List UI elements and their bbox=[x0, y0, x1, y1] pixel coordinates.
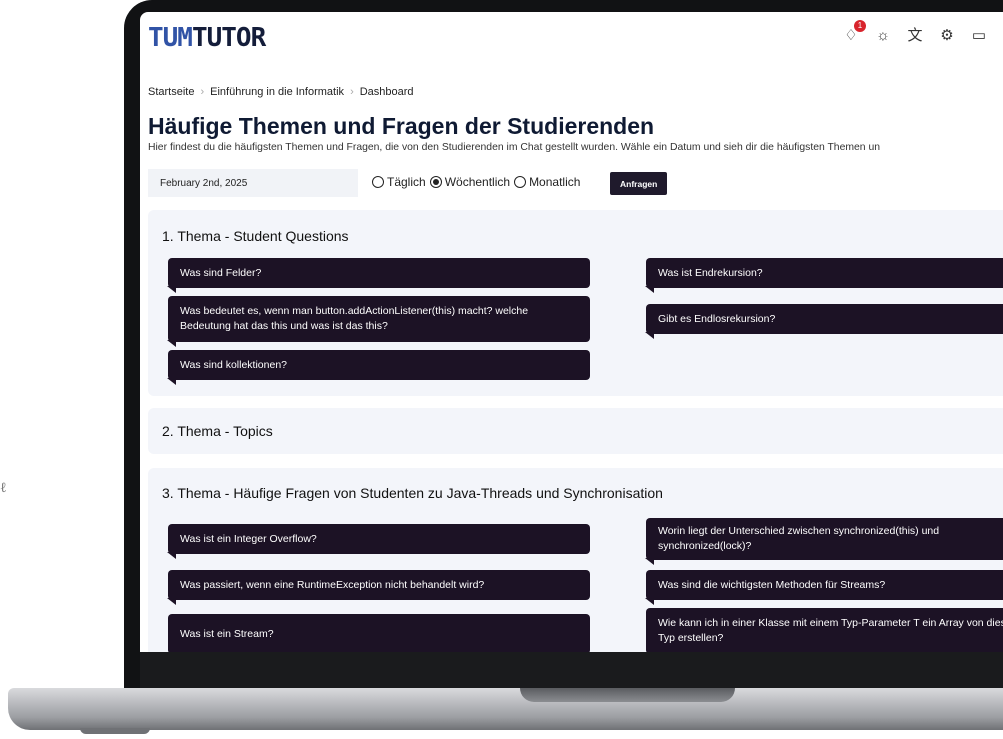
question-bubble[interactable]: Was ist ein Integer Overflow? bbox=[168, 524, 590, 554]
topic-panel-1: 1. Thema - Student Questions Was sind Fe… bbox=[148, 210, 1003, 396]
radio-monatlich[interactable]: Monatlich bbox=[514, 175, 580, 189]
header-icons: ♢ 1 ☼ 文 ⚙ ▭ bbox=[842, 20, 988, 45]
question-bubble[interactable]: Was sind die wichtigsten Methoden für St… bbox=[646, 570, 1003, 600]
breadcrumb-separator: › bbox=[350, 86, 354, 98]
question-bubble[interactable]: Was sind Felder? bbox=[168, 258, 590, 288]
breadcrumb-separator: › bbox=[200, 86, 205, 98]
app-header: TUMTUTOR ♢ 1 ☼ 文 ⚙ ▭ bbox=[140, 12, 1003, 64]
notification-badge: 1 bbox=[854, 20, 866, 32]
breadcrumb-course[interactable]: Einführung in die Informatik bbox=[210, 86, 344, 98]
topic-title: 2. Thema - Topics bbox=[162, 423, 273, 439]
anfragen-button[interactable]: Anfragen bbox=[610, 172, 668, 195]
radio-circle-selected[interactable] bbox=[429, 176, 442, 188]
page-description: Hier findest du die häufigsten Themen un… bbox=[148, 142, 881, 153]
app-logo[interactable]: TUMTUTOR bbox=[148, 23, 266, 53]
laptop-base bbox=[8, 688, 1003, 730]
bell-icon[interactable]: ♢ 1 bbox=[842, 20, 866, 45]
radio-taeglich[interactable]: Täglich bbox=[372, 175, 426, 189]
question-bubble[interactable]: Was passiert, wenn eine RuntimeException… bbox=[168, 570, 590, 600]
date-input[interactable] bbox=[148, 169, 358, 197]
radio-circle[interactable] bbox=[372, 176, 384, 188]
question-bubble[interactable]: Was ist ein Stream? bbox=[168, 614, 590, 652]
topic-panel-3: 3. Thema - Häufige Fragen von Studenten … bbox=[148, 468, 1003, 652]
laptop-foot bbox=[80, 728, 150, 734]
topic-panel-2: 2. Thema - Topics bbox=[148, 408, 1003, 454]
interval-radio-group: Täglich Wöchentlich Monatlich bbox=[372, 175, 580, 189]
question-bubble[interactable]: Was bedeutet es, wenn man button.addActi… bbox=[168, 296, 590, 342]
laptop-screen: TUMTUTOR ♢ 1 ☼ 文 ⚙ ▭ Startseite › Einführ… bbox=[140, 12, 1003, 652]
sun-icon[interactable]: ☼ bbox=[874, 27, 892, 45]
decorative-mark: ℓ bbox=[0, 480, 7, 496]
page-title: Häufige Themen und Fragen der Studierend… bbox=[148, 113, 655, 139]
laptop-notch bbox=[520, 688, 735, 702]
question-bubble[interactable]: Was ist Endrekursion? bbox=[646, 258, 1003, 288]
laptop-screen-chin bbox=[140, 652, 1003, 692]
gear-icon[interactable]: ⚙ bbox=[938, 27, 956, 45]
radio-woechentlich[interactable]: Wöchentlich bbox=[429, 175, 510, 189]
breadcrumb-dashboard: Dashboard bbox=[359, 86, 414, 98]
question-bubble[interactable]: Wie kann ich in einer Klasse mit einem T… bbox=[646, 608, 1003, 652]
chat-icon[interactable]: ▭ bbox=[970, 27, 988, 45]
topic-title: 1. Thema - Student Questions bbox=[162, 228, 349, 244]
breadcrumb-startseite[interactable]: Startseite bbox=[148, 86, 194, 98]
question-bubble[interactable]: Worin liegt der Unterschied zwischen syn… bbox=[646, 518, 1003, 560]
radio-circle[interactable] bbox=[514, 176, 527, 188]
question-bubble[interactable]: Gibt es Endlosrekursion? bbox=[646, 304, 1003, 334]
breadcrumb: Startseite › Einführung in die Informati… bbox=[148, 86, 414, 98]
topic-title: 3. Thema - Häufige Fragen von Studenten … bbox=[162, 485, 663, 501]
translate-icon[interactable]: 文 bbox=[906, 27, 924, 45]
question-bubble[interactable]: Was sind kollektionen? bbox=[168, 350, 590, 380]
